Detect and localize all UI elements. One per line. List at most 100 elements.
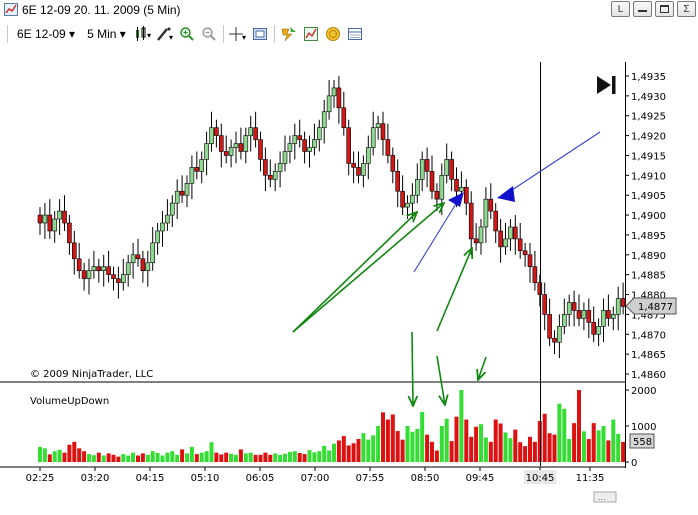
- time-tick-label: 09:45: [466, 473, 495, 484]
- volume-bar: [278, 454, 283, 462]
- volume-bar: [601, 426, 606, 462]
- candlestick-icon[interactable]: ▾: [134, 25, 152, 43]
- volume-bar: [287, 451, 292, 462]
- candle-body: [576, 310, 582, 319]
- interval-dropdown[interactable]: 5 Min ▾: [81, 24, 132, 44]
- candle-body: [596, 326, 601, 335]
- volume-bar: [91, 455, 96, 462]
- gold-coin-icon[interactable]: [324, 25, 342, 43]
- candle-body: [121, 274, 126, 283]
- volume-bar: [596, 430, 601, 462]
- volume-bar: [528, 436, 532, 462]
- price-tick-label: 1,4870: [631, 330, 666, 341]
- volume-bar: [273, 453, 278, 462]
- candle-body: [444, 159, 450, 176]
- volume-bar: [581, 431, 586, 462]
- indicator-icon[interactable]: [302, 25, 320, 43]
- candle-body: [508, 226, 513, 240]
- volume-bar: [415, 428, 420, 462]
- volume-bar: [606, 440, 611, 462]
- candle-body: [165, 214, 170, 224]
- volume-bar: [346, 445, 351, 462]
- candle-body: [57, 210, 62, 220]
- candle-body: [326, 95, 332, 113]
- candle-body: [419, 159, 425, 180]
- volume-bar: [62, 452, 67, 462]
- volume-bar: [459, 390, 464, 462]
- strategy-icon[interactable]: [280, 25, 298, 43]
- candle-body: [331, 87, 337, 97]
- green-arrow: [412, 331, 413, 406]
- candle-body: [586, 310, 592, 323]
- volume-bar: [434, 450, 439, 462]
- candle-body: [615, 298, 621, 315]
- candle-body: [601, 310, 606, 327]
- candle-body: [424, 159, 430, 172]
- volume-bar: [214, 452, 219, 462]
- svg-text:▾: ▾: [242, 33, 246, 42]
- chart-area[interactable]: 1,4935 1,4930 1,4925 1,4920 1,4915 1,4910 1,49…: [0, 62, 698, 515]
- candle-body: [214, 127, 219, 136]
- price-tick-label: 1,4895: [631, 231, 666, 242]
- volume-bar: [136, 455, 140, 462]
- volume-bar: [542, 413, 547, 462]
- volume-bar: [126, 455, 131, 462]
- volume-bar: [498, 423, 503, 462]
- candle-body: [512, 226, 518, 240]
- volume-bar: [106, 453, 111, 462]
- svg-text:...: ...: [598, 493, 606, 502]
- crosshair-icon[interactable]: ▾: [228, 25, 247, 43]
- candle-body: [267, 175, 273, 180]
- horizontal-scrollbar[interactable]: ...: [593, 491, 617, 503]
- candle-body: [527, 254, 533, 268]
- volume-bar: [567, 438, 572, 462]
- volume-bar: [611, 419, 616, 462]
- volume-bar: [356, 438, 361, 462]
- candle-body: [375, 123, 381, 128]
- draw-pencil-icon[interactable]: ▾: [156, 25, 174, 43]
- price-tick-label: 1,4915: [631, 151, 666, 162]
- candle-body: [263, 159, 268, 176]
- volume-bar: [444, 418, 449, 462]
- volume-bar: [72, 441, 77, 462]
- price-tick-label: 1,4925: [631, 112, 666, 123]
- volume-bar: [552, 434, 557, 462]
- candle-body: [463, 186, 469, 204]
- candle-body: [47, 214, 53, 232]
- candle-body: [606, 310, 611, 319]
- minimize-button[interactable]: [633, 1, 652, 17]
- link-button[interactable]: L: [611, 1, 630, 17]
- price-tick-label: 1,4890: [631, 251, 666, 262]
- volume-panel-title: VolumeUpDown: [30, 396, 109, 407]
- volume-bar: [376, 426, 381, 462]
- candle-body: [439, 175, 445, 200]
- candle-body: [116, 278, 121, 283]
- maximize-button[interactable]: [655, 1, 674, 17]
- candle-body: [503, 238, 508, 248]
- volume-bar: [562, 408, 567, 462]
- volume-bar: [292, 451, 297, 462]
- properties-icon[interactable]: [251, 25, 269, 43]
- volume-bar: [400, 439, 405, 462]
- candle-body: [547, 314, 552, 339]
- candle-body: [219, 135, 224, 152]
- zoom-in-icon[interactable]: [178, 25, 196, 43]
- candle-body: [228, 147, 234, 156]
- volume-bar: [547, 433, 552, 462]
- candle-body: [365, 147, 371, 164]
- volume-bar: [464, 419, 469, 462]
- candle-body: [67, 222, 72, 244]
- data-box-icon[interactable]: [346, 25, 364, 43]
- price-tick-label: 1,4900: [631, 211, 666, 222]
- volume-bar: [493, 419, 498, 462]
- volume-bar: [253, 454, 258, 462]
- candle-body: [160, 222, 165, 232]
- instrument-dropdown[interactable]: 6E 12-09 ▾: [11, 24, 81, 44]
- close-button[interactable]: Σ: [677, 1, 696, 17]
- time-tick-label: 11:35: [576, 473, 605, 484]
- volume-bar: [170, 451, 175, 462]
- window-title: 6E 12-09 20. 11. 2009 (5 Min): [22, 3, 181, 17]
- candle-body: [390, 155, 396, 172]
- zoom-out-icon[interactable]: [200, 25, 218, 43]
- volume-bar: [111, 454, 116, 462]
